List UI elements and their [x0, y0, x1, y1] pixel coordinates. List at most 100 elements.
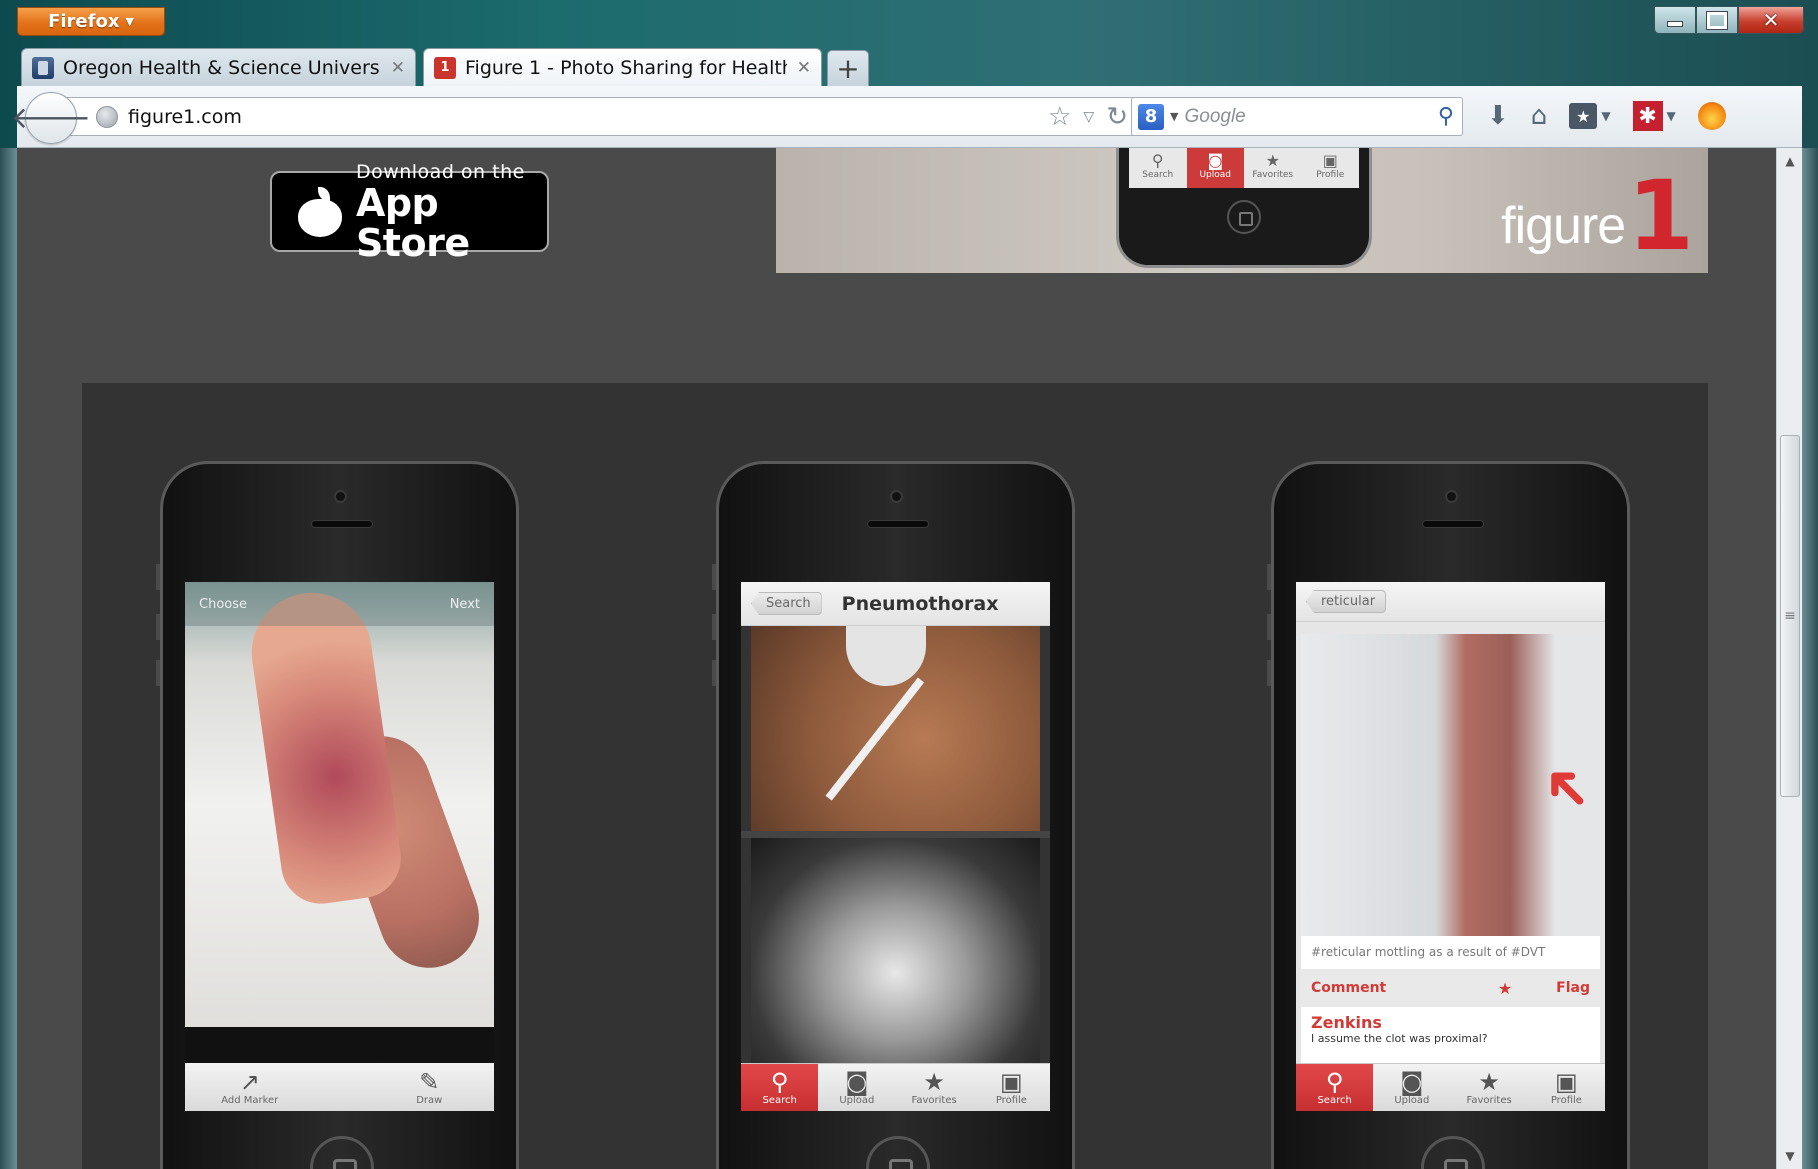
search-input[interactable]	[1184, 105, 1405, 128]
tab-strip: Oregon Health & Science University | ...…	[17, 46, 1802, 86]
firefox-menu-button[interactable]: Firefox ▼	[17, 7, 165, 36]
close-icon[interactable]: ✕	[391, 58, 405, 78]
app-header: Search Pneumothorax	[741, 582, 1050, 626]
camera-icon: ◙	[1400, 1068, 1424, 1096]
home-icon[interactable]: ⌂	[1531, 100, 1548, 132]
url-text[interactable]: figure1.com	[128, 106, 242, 128]
tab-figure1[interactable]: 1 Figure 1 - Photo Sharing for Healthcar…	[423, 48, 822, 86]
tab-label: Profile	[995, 1095, 1027, 1106]
extension-menu-button[interactable]: ✱ ▼	[1632, 100, 1676, 132]
phone-mockup-case: reticular ➜ #reticular mottling as a res…	[1267, 461, 1630, 1169]
phone-side-button	[156, 564, 160, 590]
banner-phone-image: ⚲ Search ◙ Upload ★ Favorites ▣ Profile	[1116, 148, 1372, 268]
search-icon[interactable]: ⚲	[1438, 104, 1454, 129]
add-marker-tool: ↗ Add Marker	[185, 1063, 315, 1111]
camera-icon: ◙	[845, 1068, 869, 1096]
maximize-button[interactable]	[1696, 6, 1738, 34]
reload-icon[interactable]: ↻	[1106, 102, 1128, 132]
app-store-badge[interactable]: Download on the App Store	[270, 161, 549, 263]
arrow-icon: ↗	[239, 1067, 260, 1096]
choose-button: Choose	[199, 596, 247, 612]
tab-search: ⚲ Search	[1296, 1064, 1374, 1111]
phone-mockup-search: Search Pneumothorax ⚲ Search ◙ Upload ★ Fav…	[712, 461, 1075, 1169]
post-actions: Comment ★ Flag	[1301, 969, 1600, 1007]
phone-speaker	[311, 520, 373, 528]
chest-xray-photo	[751, 838, 1040, 1063]
firefox-emblem-icon[interactable]	[1697, 100, 1726, 132]
tab-profile: ▣ Profile	[973, 1064, 1050, 1111]
app-store-small-text: Download on the	[355, 160, 525, 183]
banner-tab-upload: ◙ Upload	[1186, 148, 1244, 188]
app-store-text: Download on the App Store	[356, 161, 547, 263]
banner-tab-label: Upload	[1199, 170, 1232, 180]
logo-word: figure	[1501, 197, 1626, 255]
phone-screen: Search Pneumothorax ⚲ Search ◙ Upload ★ Fav…	[741, 582, 1050, 1111]
photo-divider	[741, 831, 1050, 838]
navigation-toolbar: figure1.com ☆ ▽ ↻ 🡐 8 ▼ ⚲ ⬇ ⌂ ★▼ ✱▼	[11, 86, 1802, 148]
new-tab-button[interactable]: +	[827, 50, 869, 86]
back-button[interactable]: 🡐	[11, 92, 91, 144]
download-icon[interactable]: ⬇	[1487, 100, 1509, 132]
vertical-scrollbar[interactable]: ▲ ≡ ▼	[1776, 148, 1802, 1169]
banner-tab-label: Favorites	[1252, 170, 1294, 180]
chevron-down-icon: ▼	[1666, 109, 1676, 123]
tab-favorites: ★ Favorites	[1451, 1064, 1528, 1111]
phone-side-button	[712, 660, 716, 686]
tab-label: Figure 1 - Photo Sharing for Healthcare	[465, 56, 787, 79]
scrollbar-thumb[interactable]: ≡	[1780, 435, 1800, 797]
inbox-icon: ▣	[1555, 1068, 1578, 1096]
tab-ohsu[interactable]: Oregon Health & Science University | ...…	[21, 48, 416, 86]
search-icon: ⚲	[1325, 1068, 1344, 1096]
figure1-logo: figure 1	[1501, 160, 1694, 272]
scroll-down-arrow-icon[interactable]: ▼	[1777, 1143, 1803, 1169]
banner-tab-search: ⚲ Search	[1129, 148, 1187, 188]
commenter-name: Zenkins	[1311, 1013, 1382, 1032]
close-window-button[interactable]: ✕	[1738, 6, 1804, 34]
tab-label: Favorites	[1466, 1095, 1512, 1106]
tool-label: Add Marker	[221, 1094, 279, 1106]
phone-screen: Choose Next ↗ Add Marker ✎ Draw	[185, 582, 494, 1111]
search-bar[interactable]: 8 ▼ ⚲	[1131, 97, 1463, 136]
app-tabbar: ⚲ Search ◙ Upload ★ Favorites ▣ Profile	[741, 1063, 1050, 1111]
ohsu-favicon-icon	[32, 56, 54, 79]
phone-side-button	[712, 564, 716, 590]
banner-tab-favorites: ★ Favorites	[1244, 148, 1302, 188]
chevron-down-icon: ▼	[125, 15, 134, 28]
phone-mockup-upload: Choose Next ↗ Add Marker ✎ Draw	[156, 461, 519, 1169]
photo-dressing	[846, 626, 926, 686]
star-icon: ★	[923, 1068, 945, 1096]
bookmark-star-icon[interactable]: ☆	[1048, 102, 1071, 132]
tab-label: Upload	[1394, 1095, 1430, 1106]
history-dropdown-icon[interactable]: ▽	[1083, 109, 1094, 125]
photo-tube	[825, 677, 925, 801]
close-icon[interactable]: ✕	[797, 58, 811, 78]
tab-upload: ◙ Upload	[1373, 1064, 1450, 1111]
inbox-icon: ▣	[1000, 1068, 1023, 1096]
star-icon: ★	[1265, 151, 1280, 170]
phone-screen: reticular ➜ #reticular mottling as a res…	[1296, 582, 1605, 1111]
tab-favorites: ★ Favorites	[896, 1064, 973, 1111]
chevron-down-icon[interactable]: ▼	[1170, 110, 1178, 123]
annotation-arrow-icon: ➜	[1523, 746, 1605, 832]
scroll-up-arrow-icon[interactable]: ▲	[1777, 148, 1803, 174]
phone-camera	[334, 490, 347, 503]
url-bar-icons: ☆ ▽ ↻	[1048, 102, 1128, 132]
tab-label: Favorites	[911, 1095, 957, 1106]
comment-text: I assume the clot was proximal?	[1311, 1032, 1488, 1045]
back-pill: Search	[751, 592, 822, 615]
phone-home-button	[310, 1136, 374, 1169]
star-icon: ★	[1497, 978, 1513, 998]
draw-tool: ✎ Draw	[365, 1063, 495, 1111]
url-bar[interactable]: figure1.com ☆ ▽ ↻	[67, 97, 1141, 136]
phone-side-button	[1267, 660, 1271, 686]
figure1-favicon-icon: 1	[434, 56, 456, 79]
logo-number: 1	[1627, 160, 1694, 272]
search-engine-icon[interactable]: 8	[1138, 103, 1164, 130]
inbox-icon: ▣	[1322, 151, 1338, 170]
edit-toolbar: ↗ Add Marker ✎ Draw	[185, 1063, 494, 1111]
tab-label: Profile	[1550, 1095, 1582, 1106]
tool-label: Draw	[416, 1094, 443, 1106]
bookmarks-menu-button[interactable]: ★ ▼	[1569, 100, 1611, 132]
minimize-button[interactable]	[1654, 6, 1696, 34]
tab-profile: ▣ Profile	[1528, 1064, 1605, 1111]
